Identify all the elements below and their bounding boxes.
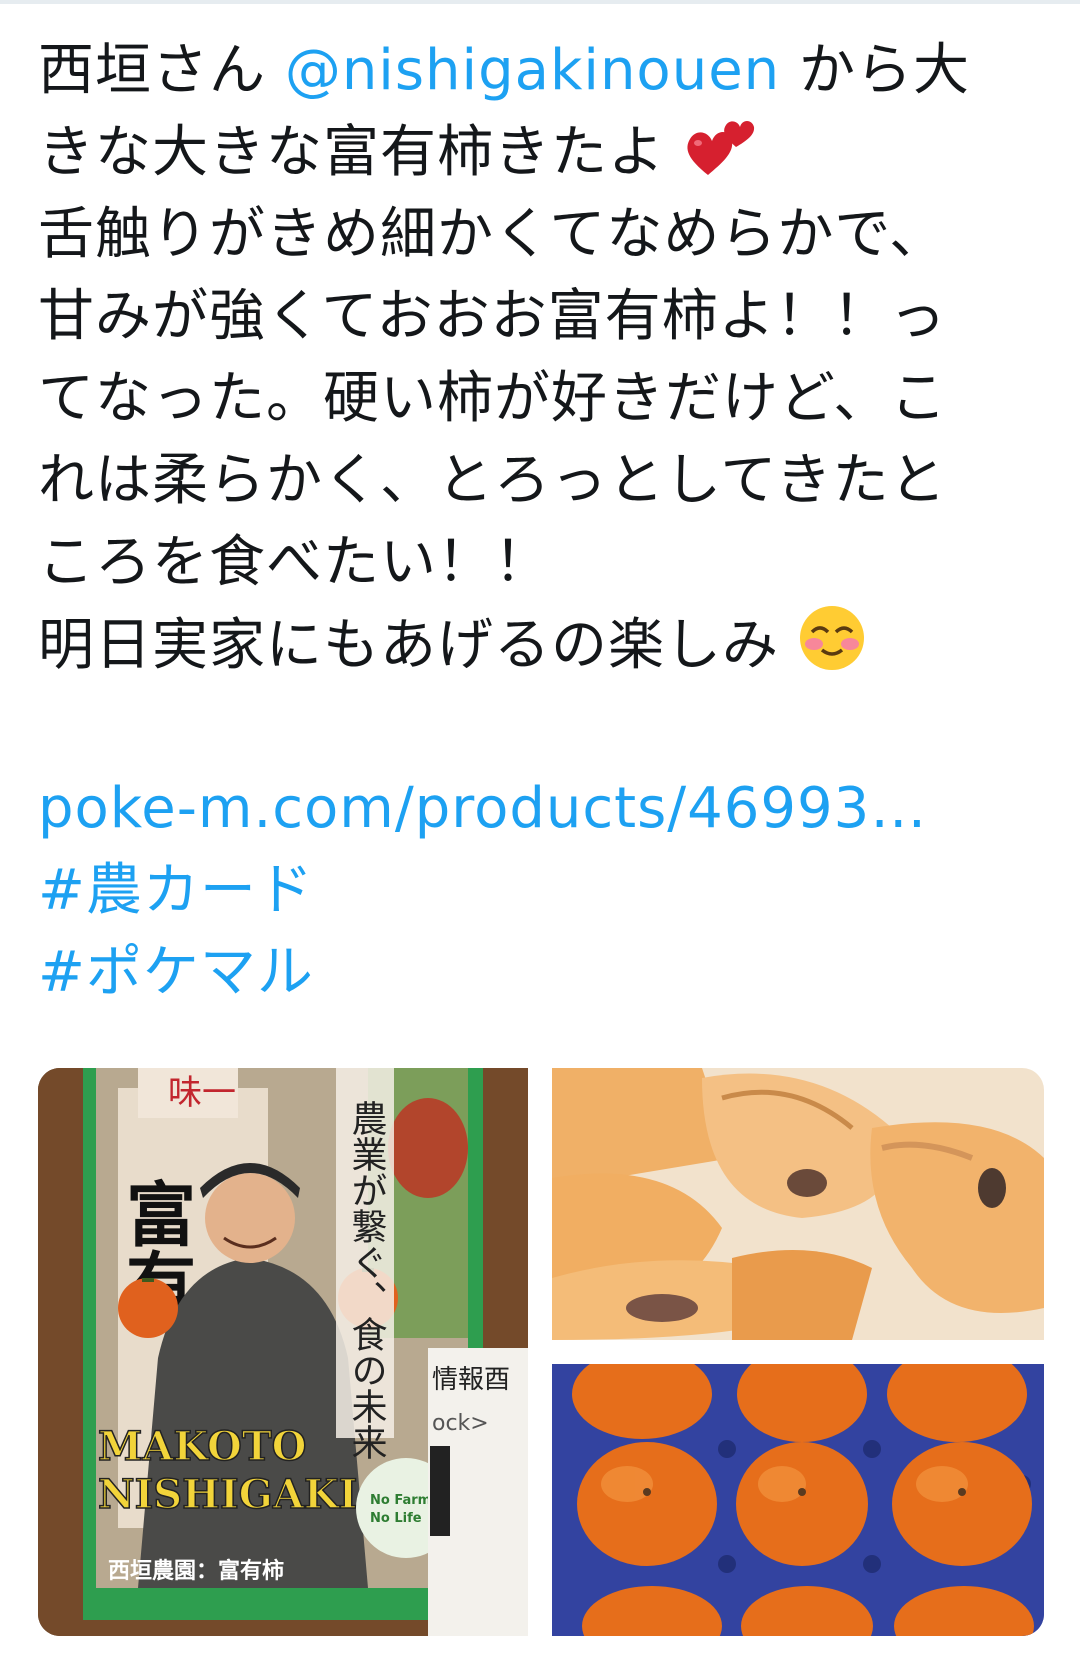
tweet-line-1: 西垣さん @nishigakinouen から大 xyxy=(38,30,1048,112)
media-photo-persimmon-slices[interactable] xyxy=(552,1068,1044,1340)
hashtag-link[interactable]: #農カード xyxy=(38,858,314,923)
tweet-line-7: ころを食べたい！！ xyxy=(38,522,1048,604)
media-photo-persimmon-tray[interactable] xyxy=(552,1364,1044,1636)
two-hearts-icon xyxy=(684,117,756,202)
tweet-text-segment: 明日実家にもあげるの楽しみ xyxy=(38,613,779,678)
mention-link[interactable]: @nishigakinouen xyxy=(285,38,780,103)
tweet-line-2: きな大きな富有柿きたよ xyxy=(38,112,1048,194)
tweet-text-segment: ころを食べたい！！ xyxy=(38,530,551,595)
tweet-text: 西垣さん @nishigakinouen から大 きな大きな富有柿きたよ 舌触り… xyxy=(38,30,1048,1014)
media-photo-farmer-card[interactable]: 味一 富有 農業が繋ぐ、食の未来 MAKOTO NISHIGAKI No Far… xyxy=(38,1068,528,1636)
card-slogan: 農業が繋ぐ、食の未来 xyxy=(346,1100,387,1460)
hashtag-link[interactable]: #ポケマル xyxy=(38,940,314,1005)
card-badge-line2: No Life xyxy=(370,1511,422,1526)
card-banner: 味一 xyxy=(168,1073,236,1113)
top-divider xyxy=(0,0,1080,4)
tweet-text-segment: 舌触りがきめ細かくてなめらかで、 xyxy=(38,202,947,267)
tweet-line-5: てなった。硬い柿が好きだけど、こ xyxy=(38,358,1048,440)
tweet-line-6: れは柔らかく、とろっとしてきたと xyxy=(38,440,1048,522)
hashtag-line-2: #ポケマル xyxy=(38,932,1048,1014)
tweet-line-8: 明日実家にもあげるの楽しみ xyxy=(38,604,1048,686)
tweet-line-4: 甘みが強くておおお富有柿よ！！っ xyxy=(38,276,1048,358)
tweet-text-segment: れは柔らかく、とろっとしてきたと xyxy=(38,448,947,513)
product-link[interactable]: poke-m.com/products/46993… xyxy=(38,776,927,841)
card-name-line1: MAKOTO xyxy=(98,1423,306,1470)
tweet-text-segment: 西垣さん xyxy=(38,38,266,103)
tweet-line-3: 舌触りがきめ細かくてなめらかで、 xyxy=(38,194,1048,276)
smiling-face-icon xyxy=(798,604,866,695)
card-farm: 西垣農園：富有柿 xyxy=(108,1558,284,1584)
hashtag-line-1: #農カード xyxy=(38,850,1048,932)
tweet-text-segment: きな大きな富有柿きたよ xyxy=(38,120,665,185)
product-link-line: poke-m.com/products/46993… xyxy=(38,768,1048,850)
card-name-line2: NISHIGAKI xyxy=(98,1471,357,1518)
tweet-text-segment: 甘みが強くておおお富有柿よ！！っ xyxy=(38,284,947,349)
tweet-text-segment: てなった。硬い柿が好きだけど、こ xyxy=(38,366,948,431)
card-side-text1: 情報酉 xyxy=(432,1365,510,1395)
tweet-text-segment: から大 xyxy=(798,38,970,103)
card-side-text2: ock> xyxy=(432,1411,489,1436)
media-grid: 味一 富有 農業が繋ぐ、食の未来 MAKOTO NISHIGAKI No Far… xyxy=(38,1068,1044,1636)
